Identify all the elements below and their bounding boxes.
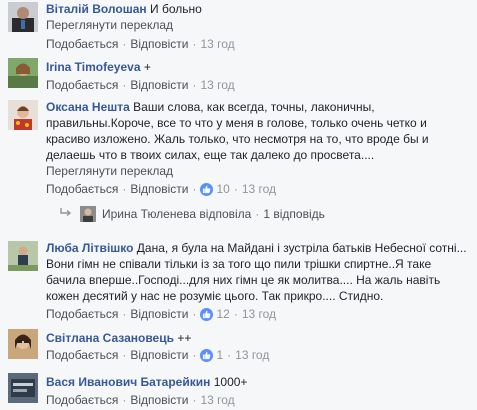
avatar[interactable]	[8, 241, 38, 271]
comment-actions: Подобається · Відповісти · 13 год	[46, 78, 235, 92]
reply-author-link[interactable]: Ирина Тюленева відповіла	[102, 207, 251, 221]
timestamp[interactable]: 13 год	[200, 393, 234, 407]
reply-button[interactable]: Відповісти	[130, 348, 188, 362]
comment-author[interactable]: Оксана Нешта	[46, 100, 130, 114]
like-reaction-icon[interactable]	[200, 348, 214, 362]
separator: ·	[227, 348, 232, 362]
like-reaction-icon[interactable]	[200, 182, 214, 196]
comment-body: Оксана Нешта Ваши слова, как всегда, точ…	[46, 99, 471, 179]
comment-body: Irina Timofeyeva +	[46, 59, 471, 75]
comment-author[interactable]: Вася Иванович Батарейкин	[46, 375, 210, 389]
separator: ·	[192, 307, 197, 321]
separator: ·	[122, 78, 127, 92]
like-count[interactable]: 1	[216, 348, 223, 362]
reply-button[interactable]: Відповісти	[130, 307, 188, 321]
separator: ·	[122, 307, 127, 321]
reply-thread[interactable]: Ирина Тюленева відповіла · 1 відповідь	[60, 206, 325, 222]
reply-button[interactable]: Відповісти	[130, 78, 188, 92]
avatar[interactable]	[8, 100, 38, 130]
separator: ·	[192, 348, 197, 362]
comment-body: Вася Иванович Батарейкин 1000+	[46, 374, 471, 390]
separator: ·	[233, 182, 238, 196]
like-button[interactable]: Подобається	[46, 37, 118, 51]
like-reaction-icon[interactable]	[200, 307, 214, 321]
comment-author[interactable]: Віталій Волошан	[46, 2, 147, 16]
comment-actions: Подобається · Відповісти · 13 год	[46, 37, 235, 51]
like-count[interactable]: 12	[216, 307, 229, 321]
comment-actions: Подобається · Відповісти · 10 · 13 год	[46, 182, 276, 196]
separator: ·	[122, 393, 127, 407]
comment-body: Віталій Волошан И больно Переглянути пер…	[46, 1, 471, 33]
timestamp[interactable]: 13 год	[235, 348, 269, 362]
reply-button[interactable]: Відповісти	[130, 393, 188, 407]
comment-actions: Подобається · Відповісти · 1 · 13 год	[46, 348, 269, 362]
comment-text: 1000+	[213, 375, 248, 389]
timestamp[interactable]: 13 год	[200, 78, 234, 92]
translate-link[interactable]: Переглянути переклад	[46, 163, 471, 179]
timestamp[interactable]: 13 год	[242, 307, 276, 321]
like-button[interactable]: Подобається	[46, 393, 118, 407]
comment-author[interactable]: Світлана Сазановець	[46, 331, 174, 345]
comment-author[interactable]: Irina Timofeyeva	[46, 60, 141, 74]
comment-text: +	[143, 60, 151, 74]
separator: ·	[122, 348, 127, 362]
separator: ·	[255, 207, 260, 221]
comment-author[interactable]: Люба Літвішко	[46, 241, 133, 255]
comment-text: ++	[177, 331, 192, 345]
separator: ·	[233, 307, 238, 321]
separator: ·	[122, 182, 127, 196]
separator: ·	[192, 393, 197, 407]
reply-arrow-icon	[60, 207, 72, 221]
timestamp[interactable]: 13 год	[242, 182, 276, 196]
avatar[interactable]	[8, 329, 38, 359]
separator: ·	[192, 78, 197, 92]
comment-text: И больно	[149, 2, 202, 16]
separator: ·	[192, 182, 197, 196]
timestamp[interactable]: 13 год	[200, 37, 234, 51]
avatar[interactable]	[8, 373, 38, 403]
avatar[interactable]	[8, 58, 38, 88]
reply-count-link[interactable]: 1 відповідь	[263, 207, 325, 221]
like-button[interactable]: Подобається	[46, 348, 118, 362]
avatar[interactable]	[8, 2, 38, 32]
comment-actions: Подобається · Відповісти · 12 · 13 год	[46, 307, 276, 321]
like-count[interactable]: 10	[216, 182, 229, 196]
like-button[interactable]: Подобається	[46, 307, 118, 321]
translate-link[interactable]: Переглянути переклад	[46, 17, 471, 33]
comment-body: Світлана Сазановець ++	[46, 330, 471, 346]
comment-body: Люба Літвішко Дана, я була на Майдані і …	[46, 240, 471, 304]
separator: ·	[122, 37, 127, 51]
comment-actions: Подобається · Відповісти · 13 год	[46, 393, 235, 407]
like-button[interactable]: Подобається	[46, 78, 118, 92]
avatar[interactable]	[80, 206, 96, 222]
like-button[interactable]: Подобається	[46, 182, 118, 196]
separator: ·	[192, 37, 197, 51]
reply-button[interactable]: Відповісти	[130, 37, 188, 51]
reply-button[interactable]: Відповісти	[130, 182, 188, 196]
